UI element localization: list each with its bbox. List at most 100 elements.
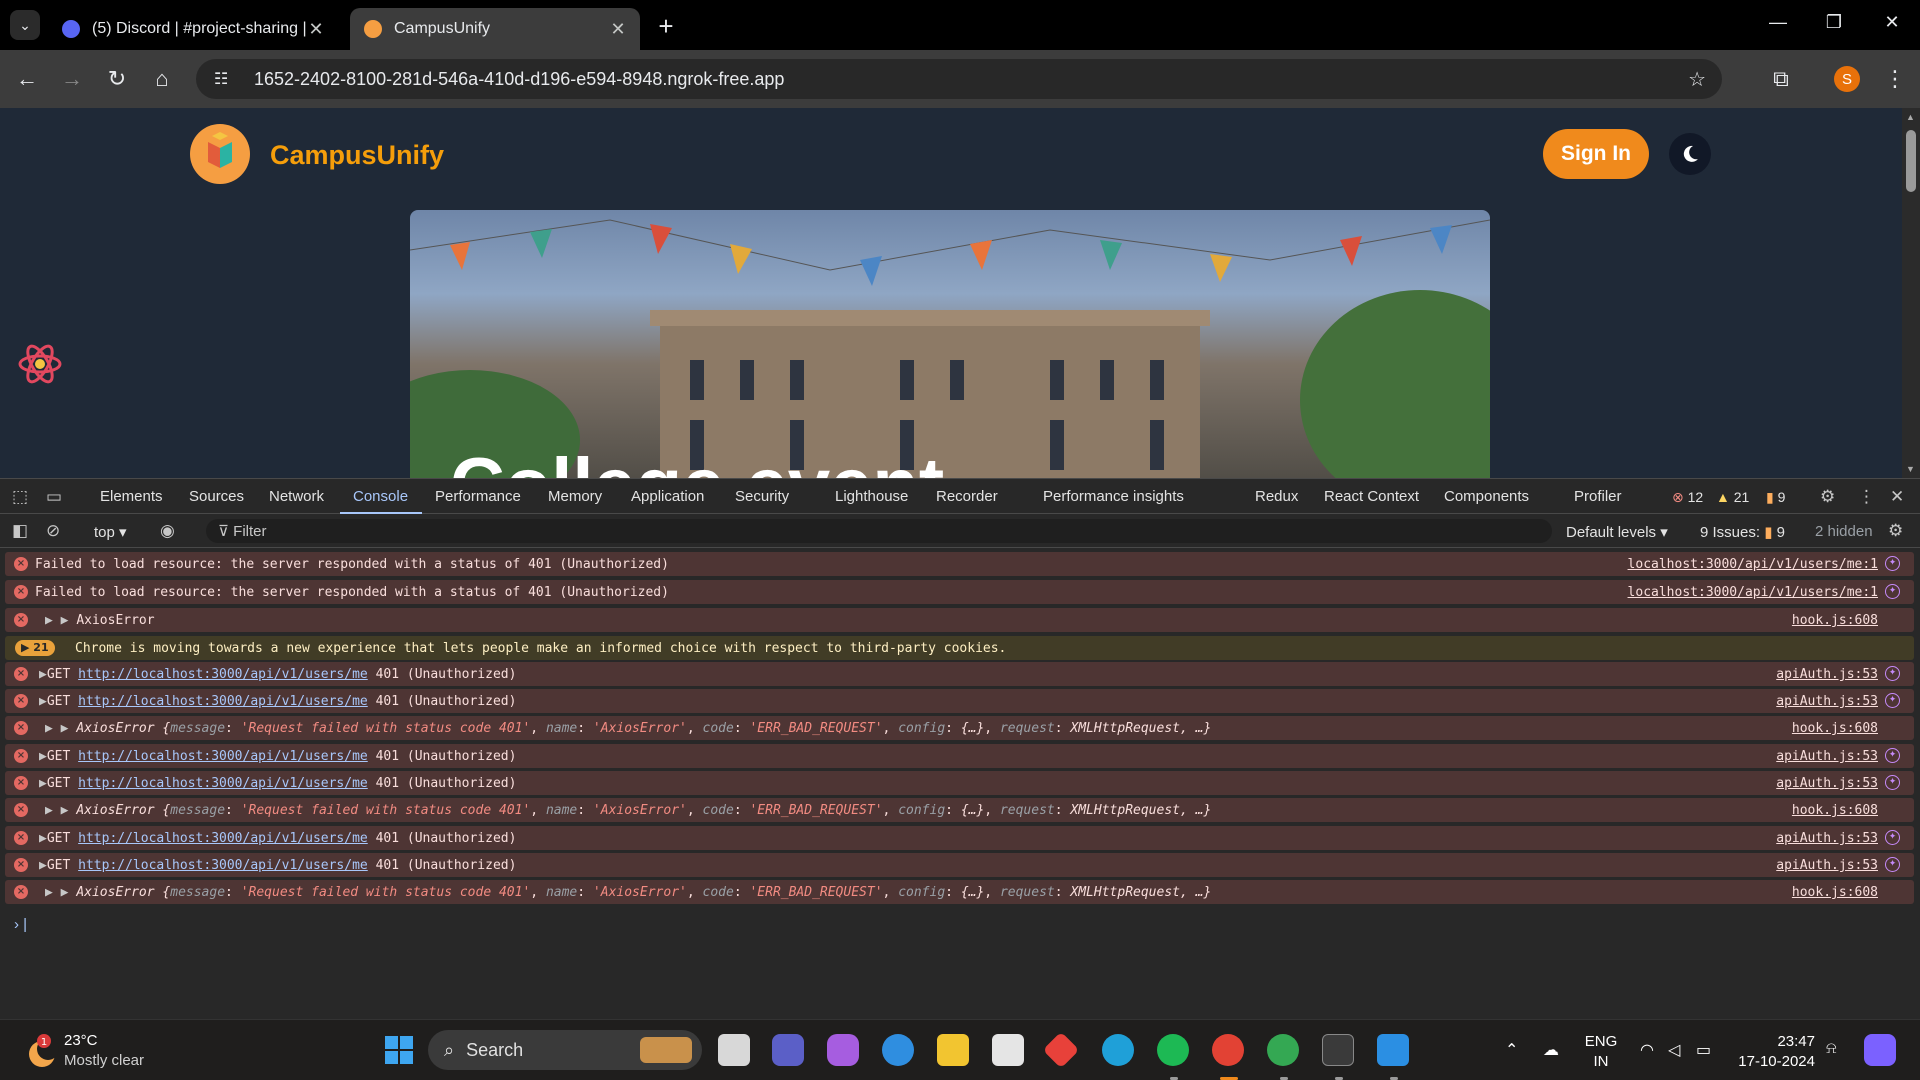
tab-lighthouse[interactable]: Lighthouse xyxy=(835,488,908,505)
dark-mode-toggle[interactable] xyxy=(1669,133,1711,175)
expand-triangle-icon[interactable]: ▶ xyxy=(39,858,47,873)
expand-triangle-icon[interactable]: ▶ xyxy=(39,749,47,764)
console-prompt[interactable]: › | xyxy=(14,916,27,933)
tab-campusunify[interactable]: CampusUnify ✕ xyxy=(350,8,640,50)
device-toolbar-icon[interactable]: ▭ xyxy=(46,487,62,507)
source-link[interactable]: apiAuth.js:53 xyxy=(1776,776,1878,791)
context-selector[interactable]: top ▾ xyxy=(94,523,127,541)
source-link[interactable]: localhost:3000/api/v1/users/me:1 xyxy=(1628,557,1878,572)
page-scrollbar[interactable]: ▲ ▼ xyxy=(1902,108,1920,478)
new-tab-button[interactable]: + xyxy=(652,13,680,41)
source-link[interactable]: hook.js:608 xyxy=(1792,613,1878,628)
task-view-icon[interactable] xyxy=(718,1034,750,1066)
expand-triangle-icon[interactable]: ▶ ▶ xyxy=(45,721,68,736)
onedrive-icon[interactable]: ☁ xyxy=(1543,1040,1559,1060)
spotify-icon[interactable] xyxy=(1157,1034,1189,1066)
weather-moon-icon[interactable]: 1 xyxy=(22,1032,62,1072)
reload-icon[interactable]: ↻ xyxy=(102,64,132,94)
volume-icon[interactable]: ◁ xyxy=(1668,1040,1680,1060)
restore-icon[interactable]: ❐ xyxy=(1814,12,1854,33)
extensions-icon[interactable]: ⧉ xyxy=(1766,64,1796,94)
tab-profiler[interactable]: Profiler xyxy=(1574,488,1622,505)
close-devtools-icon[interactable]: ✕ xyxy=(1890,487,1904,507)
console-row[interactable]: × ▶GET http://localhost:3000/api/v1/user… xyxy=(5,826,1914,850)
git-icon[interactable] xyxy=(1042,1031,1080,1069)
console-warning-row[interactable]: ▶ 21 Chrome is moving towards a new expe… xyxy=(5,636,1914,660)
profile-avatar[interactable]: S xyxy=(1834,66,1860,92)
expand-triangle-icon[interactable]: ▶ ▶ xyxy=(45,803,68,818)
tab-performance-insights[interactable]: Performance insights xyxy=(1043,488,1184,505)
expand-triangle-icon[interactable]: ▶ xyxy=(39,831,47,846)
microsoft-store-icon[interactable] xyxy=(992,1034,1024,1066)
filter-input[interactable]: ⊽ Filter xyxy=(206,519,1552,543)
ai-explain-icon[interactable]: ✦ xyxy=(1885,556,1900,571)
source-link[interactable]: apiAuth.js:53 xyxy=(1776,667,1878,682)
source-link[interactable]: apiAuth.js:53 xyxy=(1776,749,1878,764)
minimize-icon[interactable]: — xyxy=(1758,12,1798,33)
notification-bell-icon[interactable]: ⍾ xyxy=(1826,1040,1837,1058)
tray-overflow-icon[interactable]: ⌃ xyxy=(1505,1040,1518,1060)
tab-redux[interactable]: Redux xyxy=(1255,488,1298,505)
settings-gear-icon[interactable]: ⚙ xyxy=(1820,487,1835,507)
sign-in-button[interactable]: Sign In xyxy=(1543,129,1649,179)
console-row[interactable]: × ▶ ▶ AxiosError {message: 'Request fail… xyxy=(5,880,1914,904)
battery-icon[interactable]: ▭ xyxy=(1696,1040,1711,1060)
home-icon[interactable]: ⌂ xyxy=(147,64,177,94)
forward-icon[interactable]: → xyxy=(57,64,87,94)
chrome-profile-icon[interactable] xyxy=(1267,1034,1299,1066)
expand-triangle-icon[interactable]: ▶ ▶ xyxy=(45,885,68,900)
site-info-icon[interactable]: ☷ xyxy=(214,69,238,89)
console-row[interactable]: × ▶ ▶ AxiosError {message: 'Request fail… xyxy=(5,798,1914,822)
console-row[interactable]: × ▶ ▶ AxiosError {message: 'Request fail… xyxy=(5,716,1914,740)
copilot-icon[interactable] xyxy=(827,1034,859,1066)
source-link[interactable]: apiAuth.js:53 xyxy=(1776,858,1878,873)
back-icon[interactable]: ← xyxy=(12,64,42,94)
file-explorer-icon[interactable] xyxy=(937,1034,969,1066)
vscode-icon[interactable] xyxy=(1377,1034,1409,1066)
tab-application[interactable]: Application xyxy=(631,488,704,505)
expand-triangle-icon[interactable]: ▶ ▶ xyxy=(45,613,68,628)
tab-memory[interactable]: Memory xyxy=(548,488,602,505)
inspect-element-icon[interactable]: ⬚ xyxy=(12,487,28,507)
console-row[interactable]: × Failed to load resource: the server re… xyxy=(5,552,1914,576)
source-link[interactable]: hook.js:608 xyxy=(1792,803,1878,818)
teams-icon[interactable] xyxy=(772,1034,804,1066)
console-row[interactable]: × ▶GET http://localhost:3000/api/v1/user… xyxy=(5,689,1914,713)
log-levels-dropdown[interactable]: Default levels ▾ xyxy=(1566,523,1668,541)
edge-icon[interactable] xyxy=(1102,1034,1134,1066)
menu-kebab-icon[interactable]: ⋮ xyxy=(1880,64,1910,94)
scroll-down-icon[interactable]: ▼ xyxy=(1906,464,1915,474)
source-link[interactable]: apiAuth.js:53 xyxy=(1776,831,1878,846)
scroll-up-icon[interactable]: ▲ xyxy=(1906,112,1915,122)
tab-network[interactable]: Network xyxy=(269,488,324,505)
tab-elements[interactable]: Elements xyxy=(100,488,163,505)
request-url-link[interactable]: http://localhost:3000/api/v1/users/me xyxy=(78,776,368,791)
close-tab-icon[interactable]: ✕ xyxy=(306,19,326,40)
ai-explain-icon[interactable]: ✦ xyxy=(1885,775,1900,790)
issues-counter[interactable]: ▮ 9 xyxy=(1766,489,1785,506)
ai-explain-icon[interactable]: ✦ xyxy=(1885,830,1900,845)
tab-discord[interactable]: (5) Discord | #project-sharing | I ✕ xyxy=(48,8,338,50)
copilot-pre-icon[interactable] xyxy=(1864,1034,1896,1066)
windows-start-icon[interactable] xyxy=(383,1034,415,1066)
issues-link[interactable]: 9 Issues: ▮ 9 xyxy=(1700,523,1785,541)
ai-explain-icon[interactable]: ✦ xyxy=(1885,748,1900,763)
brand-name[interactable]: CampusUnify xyxy=(270,140,444,171)
ai-explain-icon[interactable]: ✦ xyxy=(1885,666,1900,681)
ai-explain-icon[interactable]: ✦ xyxy=(1885,693,1900,708)
ai-explain-icon[interactable]: ✦ xyxy=(1885,857,1900,872)
weather-condition[interactable]: Mostly clear xyxy=(64,1052,144,1069)
source-link[interactable]: localhost:3000/api/v1/users/me:1 xyxy=(1628,585,1878,600)
ai-explain-icon[interactable]: ✦ xyxy=(1885,584,1900,599)
request-url-link[interactable]: http://localhost:3000/api/v1/users/me xyxy=(78,694,368,709)
console-row[interactable]: × Failed to load resource: the server re… xyxy=(5,580,1914,604)
expand-triangle-icon[interactable]: ▶ xyxy=(39,694,47,709)
error-counter[interactable]: ⊗ 12 xyxy=(1672,489,1703,506)
console-row[interactable]: × ▶GET http://localhost:3000/api/v1/user… xyxy=(5,744,1914,768)
request-url-link[interactable]: http://localhost:3000/api/v1/users/me xyxy=(78,749,368,764)
tab-performance[interactable]: Performance xyxy=(435,488,521,505)
wifi-icon[interactable]: ◠ xyxy=(1640,1040,1654,1060)
help-icon[interactable] xyxy=(882,1034,914,1066)
console-row[interactable]: × ▶GET http://localhost:3000/api/v1/user… xyxy=(5,771,1914,795)
scrollbar-thumb[interactable] xyxy=(1906,130,1916,192)
